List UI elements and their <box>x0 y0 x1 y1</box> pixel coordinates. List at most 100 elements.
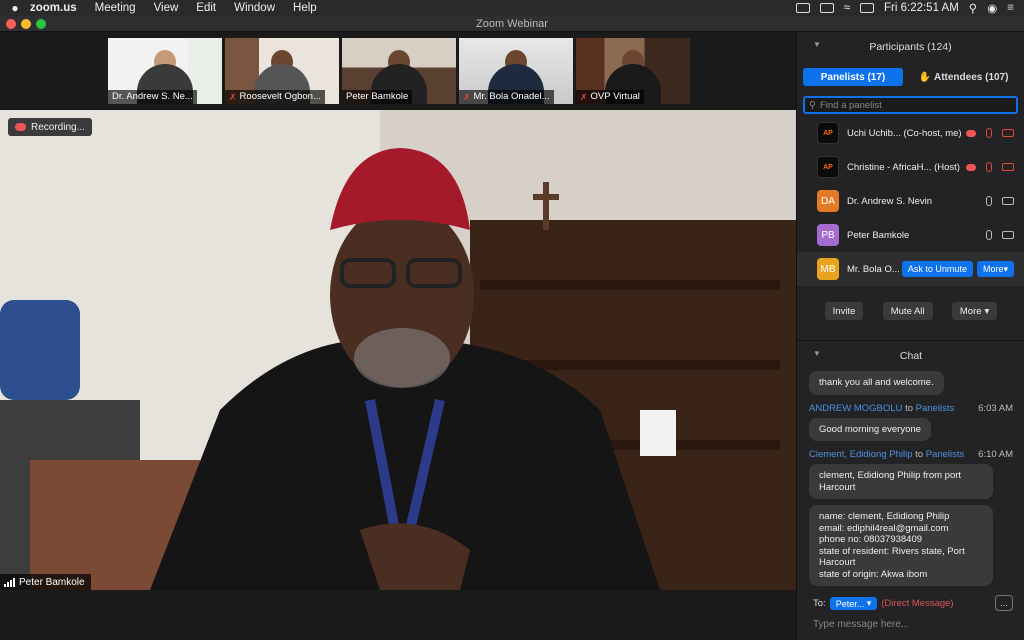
menubar-clock[interactable]: Fri 6:22:51 AM <box>884 2 959 14</box>
chat-message-meta: ANDREW MOGBOLU to Panelists 6:03 AM <box>809 403 1013 414</box>
mic-muted-icon: ✗ <box>463 92 471 102</box>
recording-label: Recording... <box>31 121 85 133</box>
speaker-video-frame <box>0 110 796 590</box>
list-item[interactable]: DA Dr. Andrew S. Nevin <box>797 184 1024 218</box>
control-center-icon[interactable]: ≡ <box>1007 2 1014 14</box>
video-icon[interactable] <box>1002 231 1014 239</box>
mic-icon[interactable] <box>986 196 992 206</box>
chat-sender: Clement, Edidiong Philip <box>809 449 913 460</box>
menu-help[interactable]: Help <box>293 2 317 14</box>
chat-target: Panelists <box>915 402 955 414</box>
mic-muted-icon: ✗ <box>229 92 237 102</box>
minimize-window-button[interactable] <box>21 19 31 29</box>
zoom-window-button[interactable] <box>36 19 46 29</box>
avatar: AP <box>817 156 839 178</box>
chat-to: to <box>915 449 924 460</box>
apple-menu-icon[interactable]: ● <box>0 1 30 15</box>
participant-actions: Invite Mute All More ▾ <box>797 302 1024 320</box>
spotlight-icon[interactable]: ⚲ <box>969 1 977 15</box>
participant-name: Peter Bamkole <box>847 229 910 241</box>
participants-title: Participants (124) <box>869 41 952 53</box>
thumbnail-andrew[interactable]: Dr. Andrew S. Ne... <box>108 38 222 104</box>
avatar: PB <box>817 224 839 246</box>
participant-tabs: Panelists (17) ✋ Attendees (107) <box>797 68 1024 88</box>
thumbnail-ovp[interactable]: ✗ OVP Virtual <box>576 38 690 104</box>
more-actions-button[interactable]: More ▾ <box>951 302 998 320</box>
recipient-select[interactable]: Peter... ▾ <box>829 597 878 610</box>
menu-zoom-us[interactable]: zoom.us <box>30 2 77 14</box>
thumbnail-peter[interactable]: Peter Bamkole <box>342 38 456 104</box>
chat-line: phone no: 08037938409 <box>819 534 923 545</box>
list-item[interactable]: MB Mr. Bola O... Ask to Unmute More ▾ <box>797 252 1024 286</box>
recording-indicator[interactable]: Recording... <box>8 118 92 136</box>
chat-input[interactable]: Type message here... <box>813 619 909 630</box>
search-icon: ⚲ <box>809 99 816 111</box>
mic-icon[interactable] <box>986 230 992 240</box>
participant-controls <box>986 196 1014 206</box>
chat-sender: ANDREW MOGBOLU <box>809 402 903 414</box>
chat-line: name: clement, Edidiong Philip <box>819 511 950 522</box>
chat-message: name: clement, Edidiong Philip email: ed… <box>809 505 993 586</box>
window-title-bar: Zoom Webinar <box>0 16 1024 32</box>
chat-more-button[interactable]: ... <box>995 595 1013 611</box>
video-area: Dr. Andrew S. Ne... ✗ Roosevelt Ogbon... … <box>0 32 796 640</box>
ask-to-unmute-button[interactable]: Ask to Unmute <box>901 261 973 277</box>
video-off-icon[interactable] <box>1002 129 1014 137</box>
chat-line: state of origin: Akwa ibom <box>819 568 928 580</box>
participant-name: Uchi Uchib... (Co-host, me) <box>847 127 962 139</box>
menu-window[interactable]: Window <box>234 2 275 14</box>
mic-muted-icon[interactable] <box>986 162 992 172</box>
chevron-down-icon: ▾ <box>1003 263 1008 274</box>
invite-button[interactable]: Invite <box>824 302 864 320</box>
chat-log[interactable]: thank you all and welcome. ANDREW MOGBOL… <box>797 371 1024 591</box>
thumbnail-name: ✗ OVP Virtual <box>576 90 644 104</box>
mic-muted-icon: ✗ <box>580 92 588 102</box>
participant-controls <box>966 162 1014 172</box>
chat-recipient-row: To: Peter... ▾ (Direct Message) <box>813 597 954 610</box>
thumbnail-roosevelt[interactable]: ✗ Roosevelt Ogbon... <box>225 38 339 104</box>
list-item[interactable]: PB Peter Bamkole <box>797 218 1024 252</box>
menu-edit[interactable]: Edit <box>196 2 216 14</box>
avatar: DA <box>817 190 839 212</box>
close-window-button[interactable] <box>6 19 16 29</box>
menubar-status-area: ≈ Fri 6:22:51 AM ⚲ ◉ ≡ <box>795 1 1024 15</box>
list-item[interactable]: AP Uchi Uchib... (Co-host, me) <box>797 116 1024 150</box>
wifi-icon[interactable]: ≈ <box>844 2 850 14</box>
video-off-icon[interactable] <box>1002 163 1014 171</box>
thumbnail-name: ✗ Mr. Bola Onadel... <box>459 90 554 104</box>
side-panel: ▼ Participants (124) Panelists (17) ✋ At… <box>796 32 1024 640</box>
menu-view[interactable]: View <box>154 2 179 14</box>
tab-panelists[interactable]: Panelists (17) <box>803 68 903 86</box>
battery-icon[interactable] <box>860 3 874 13</box>
list-item[interactable]: AP Christine - AfricaH... (Host) <box>797 150 1024 184</box>
recipient-value: Peter... <box>835 598 865 609</box>
collapse-chat-icon[interactable]: ▼ <box>813 349 821 358</box>
zoom-status-icon[interactable] <box>795 3 810 13</box>
thumbnail-bola[interactable]: ✗ Mr. Bola Onadel... <box>459 38 573 104</box>
chat-time: 6:10 AM <box>978 449 1013 460</box>
thumbnail-name: Peter Bamkole <box>342 90 413 104</box>
active-speaker-video: Recording... Peter Bamkole <box>0 110 796 590</box>
chat-message: clement, Edidiong Philip from port Harco… <box>809 464 993 499</box>
collapse-participants-icon[interactable]: ▼ <box>813 40 821 49</box>
mute-all-button[interactable]: Mute All <box>882 302 933 320</box>
siri-icon[interactable]: ◉ <box>987 1 997 15</box>
raised-hand-icon: ✋ <box>918 71 931 83</box>
airplay-icon[interactable] <box>819 3 834 13</box>
chat-message-meta: Clement, Edidiong Philip to Panelists 6:… <box>809 449 1013 460</box>
chat-section: ▼ Chat thank you all and welcome. ANDREW… <box>797 340 1024 640</box>
participant-controls: Ask to Unmute More ▾ <box>901 261 1014 277</box>
chat-line: email: ediphil4real@gmail.com <box>819 522 949 534</box>
chat-target: Panelists <box>925 449 965 460</box>
thumbnail-name: ✗ Roosevelt Ogbon... <box>225 90 325 104</box>
tab-attendees[interactable]: ✋ Attendees (107) <box>909 68 1018 86</box>
menu-meeting[interactable]: Meeting <box>95 2 136 14</box>
search-placeholder: Find a panelist <box>819 99 882 111</box>
more-label: More <box>982 264 1004 274</box>
participant-more-button[interactable]: More ▾ <box>976 261 1014 277</box>
find-panelist-input[interactable]: ⚲ Find a panelist <box>803 96 1018 114</box>
participant-controls <box>966 128 1014 138</box>
participant-name: Dr. Andrew S. Nevin <box>847 195 933 207</box>
video-icon[interactable] <box>1002 197 1014 205</box>
mic-muted-icon[interactable] <box>986 128 992 138</box>
